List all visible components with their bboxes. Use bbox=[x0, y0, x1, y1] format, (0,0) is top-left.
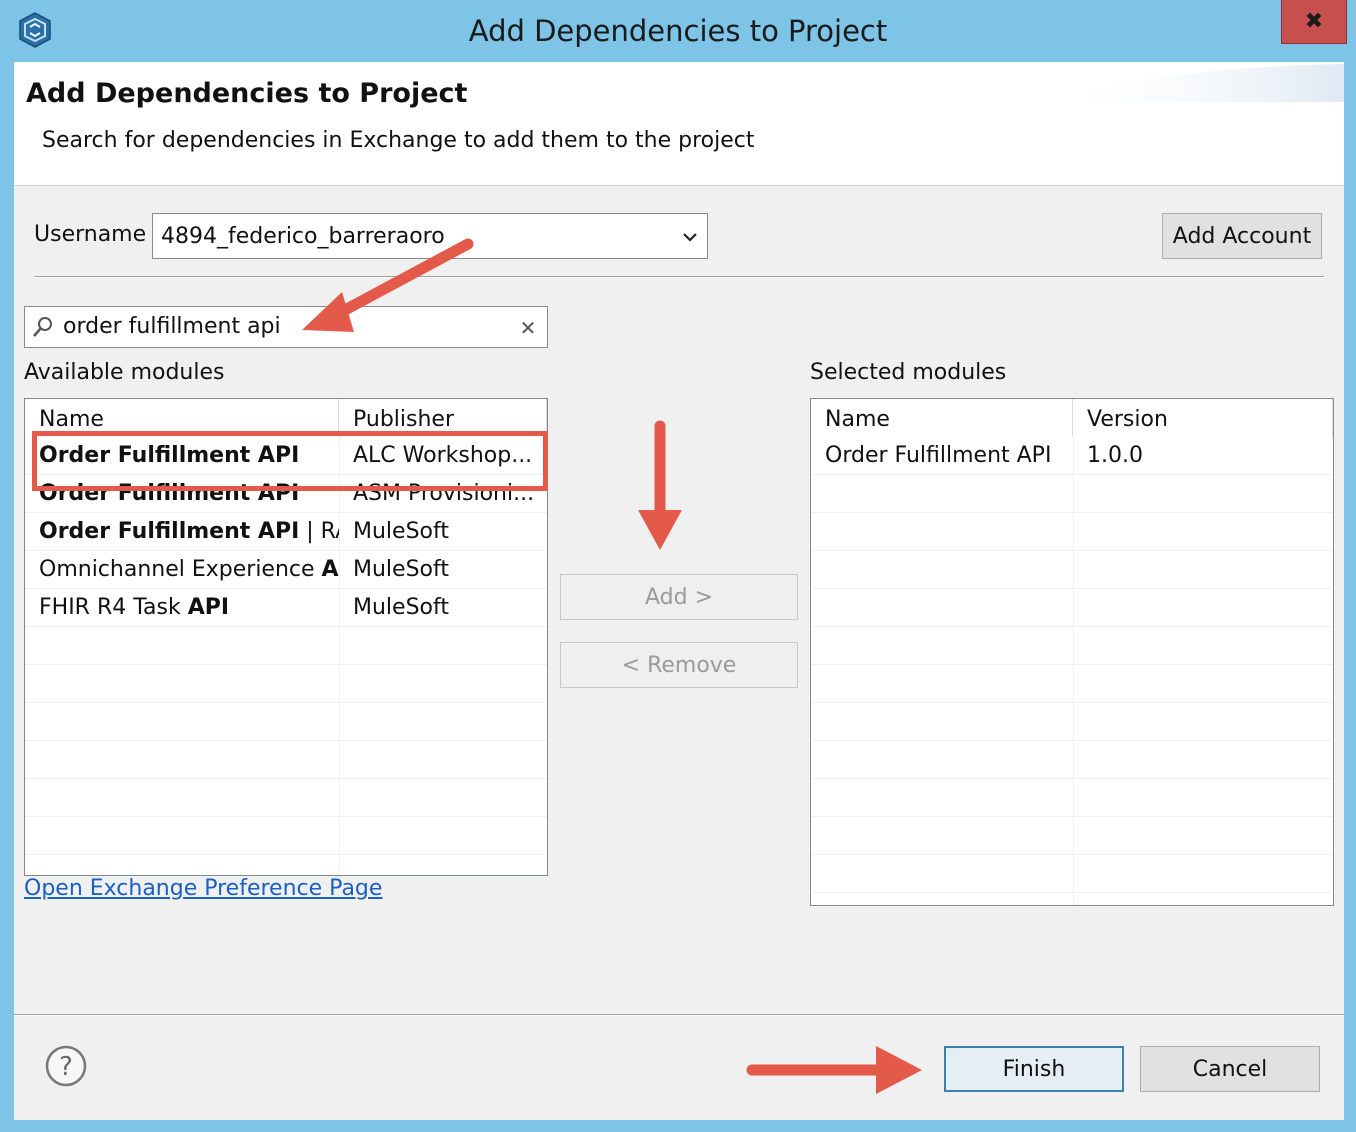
table-row-empty bbox=[811, 855, 1333, 893]
table-row-empty bbox=[25, 665, 547, 703]
footer-divider bbox=[14, 1014, 1344, 1016]
module-name: Order Fulfillment API bbox=[39, 443, 300, 468]
module-name: Order Fulfillment API | RAML bbox=[39, 519, 339, 544]
table-row[interactable]: Order Fulfillment API 1.0.0 bbox=[811, 437, 1333, 475]
page-title: Add Dependencies to Project bbox=[26, 78, 468, 109]
table-row-empty bbox=[811, 665, 1333, 703]
table-row-empty bbox=[811, 779, 1333, 817]
column-header-name[interactable]: Name bbox=[25, 399, 339, 437]
add-account-button[interactable]: Add Account bbox=[1162, 213, 1322, 259]
table-row[interactable]: Order Fulfillment API ASM Provisioni... bbox=[25, 475, 547, 513]
search-icon bbox=[33, 317, 52, 337]
module-publisher: MuleSoft bbox=[353, 557, 449, 582]
table-row-empty bbox=[811, 817, 1333, 855]
table-header: Name Publisher bbox=[25, 399, 547, 437]
annotation-arrow-icon bbox=[746, 1046, 922, 1094]
remove-module-button[interactable]: < Remove bbox=[560, 642, 798, 688]
available-modules-label: Available modules bbox=[24, 360, 225, 385]
selected-modules-label: Selected modules bbox=[810, 360, 1007, 385]
selected-modules-table[interactable]: Name Version Order Fulfillment API 1.0.0 bbox=[810, 398, 1334, 906]
close-icon: ✖ bbox=[1304, 9, 1324, 34]
username-select[interactable]: 4894_federico_barreraoro bbox=[152, 213, 708, 259]
module-publisher: ASM Provisioni... bbox=[353, 481, 535, 506]
module-name: FHIR R4 Task API bbox=[39, 595, 230, 620]
banner-decoration bbox=[1044, 64, 1344, 102]
column-header-name[interactable]: Name bbox=[811, 399, 1073, 437]
chevron-down-icon bbox=[683, 233, 697, 242]
table-row-empty bbox=[25, 779, 547, 817]
clear-search-icon[interactable]: ✕ bbox=[517, 316, 539, 340]
module-publisher: MuleSoft bbox=[353, 519, 449, 544]
window-title: Add Dependencies to Project bbox=[468, 14, 888, 48]
annotation-arrow-icon bbox=[638, 420, 682, 550]
table-row-empty bbox=[25, 817, 547, 855]
table-row[interactable]: FHIR R4 Task API MuleSoft bbox=[25, 589, 547, 627]
table-row-empty bbox=[25, 741, 547, 779]
module-name: Order Fulfillment API bbox=[39, 481, 300, 506]
close-button[interactable]: ✖ bbox=[1281, 0, 1347, 44]
column-header-publisher[interactable]: Publisher bbox=[339, 399, 547, 437]
finish-button[interactable]: Finish bbox=[944, 1046, 1124, 1092]
dialog-body: Add Dependencies to Project Search for d… bbox=[14, 62, 1344, 1120]
selected-module-version: 1.0.0 bbox=[1087, 443, 1143, 468]
column-header-version[interactable]: Version bbox=[1073, 399, 1333, 437]
module-search-field[interactable]: order fulfillment api ✕ bbox=[24, 306, 548, 348]
table-row-empty bbox=[811, 703, 1333, 741]
table-row-empty bbox=[811, 475, 1333, 513]
divider bbox=[34, 276, 1324, 278]
table-row-empty bbox=[811, 741, 1333, 779]
available-modules-table[interactable]: Name Publisher Order Fulfillment API ALC… bbox=[24, 398, 548, 876]
title-bar: Add Dependencies to Project ✖ bbox=[0, 0, 1356, 62]
table-row[interactable]: Omnichannel Experience API MuleSoft bbox=[25, 551, 547, 589]
exchange-preferences-link[interactable]: Open Exchange Preference Page bbox=[24, 876, 382, 901]
module-publisher: ALC Workshop... bbox=[353, 443, 533, 468]
module-name: Omnichannel Experience API bbox=[39, 557, 339, 582]
table-row-empty bbox=[25, 703, 547, 741]
username-label: Username bbox=[34, 222, 147, 247]
table-row-empty bbox=[811, 551, 1333, 589]
search-input[interactable]: order fulfillment api bbox=[63, 314, 281, 339]
add-module-button[interactable]: Add > bbox=[560, 574, 798, 620]
table-header: Name Version bbox=[811, 399, 1333, 437]
cancel-button[interactable]: Cancel bbox=[1140, 1046, 1320, 1092]
table-row[interactable]: Order Fulfillment API ALC Workshop... bbox=[25, 437, 547, 475]
wizard-banner: Add Dependencies to Project Search for d… bbox=[14, 62, 1344, 186]
username-value: 4894_federico_barreraoro bbox=[161, 224, 445, 249]
help-icon[interactable]: ? bbox=[44, 1044, 88, 1088]
page-description: Search for dependencies in Exchange to a… bbox=[42, 128, 755, 153]
table-row-empty bbox=[25, 627, 547, 665]
table-row-empty bbox=[811, 589, 1333, 627]
module-publisher: MuleSoft bbox=[353, 595, 449, 620]
svg-text:?: ? bbox=[59, 1052, 73, 1082]
selected-module-name: Order Fulfillment API bbox=[825, 443, 1052, 468]
table-row-empty bbox=[811, 513, 1333, 551]
table-row-empty bbox=[811, 627, 1333, 665]
table-row[interactable]: Order Fulfillment API | RAML MuleSoft bbox=[25, 513, 547, 551]
